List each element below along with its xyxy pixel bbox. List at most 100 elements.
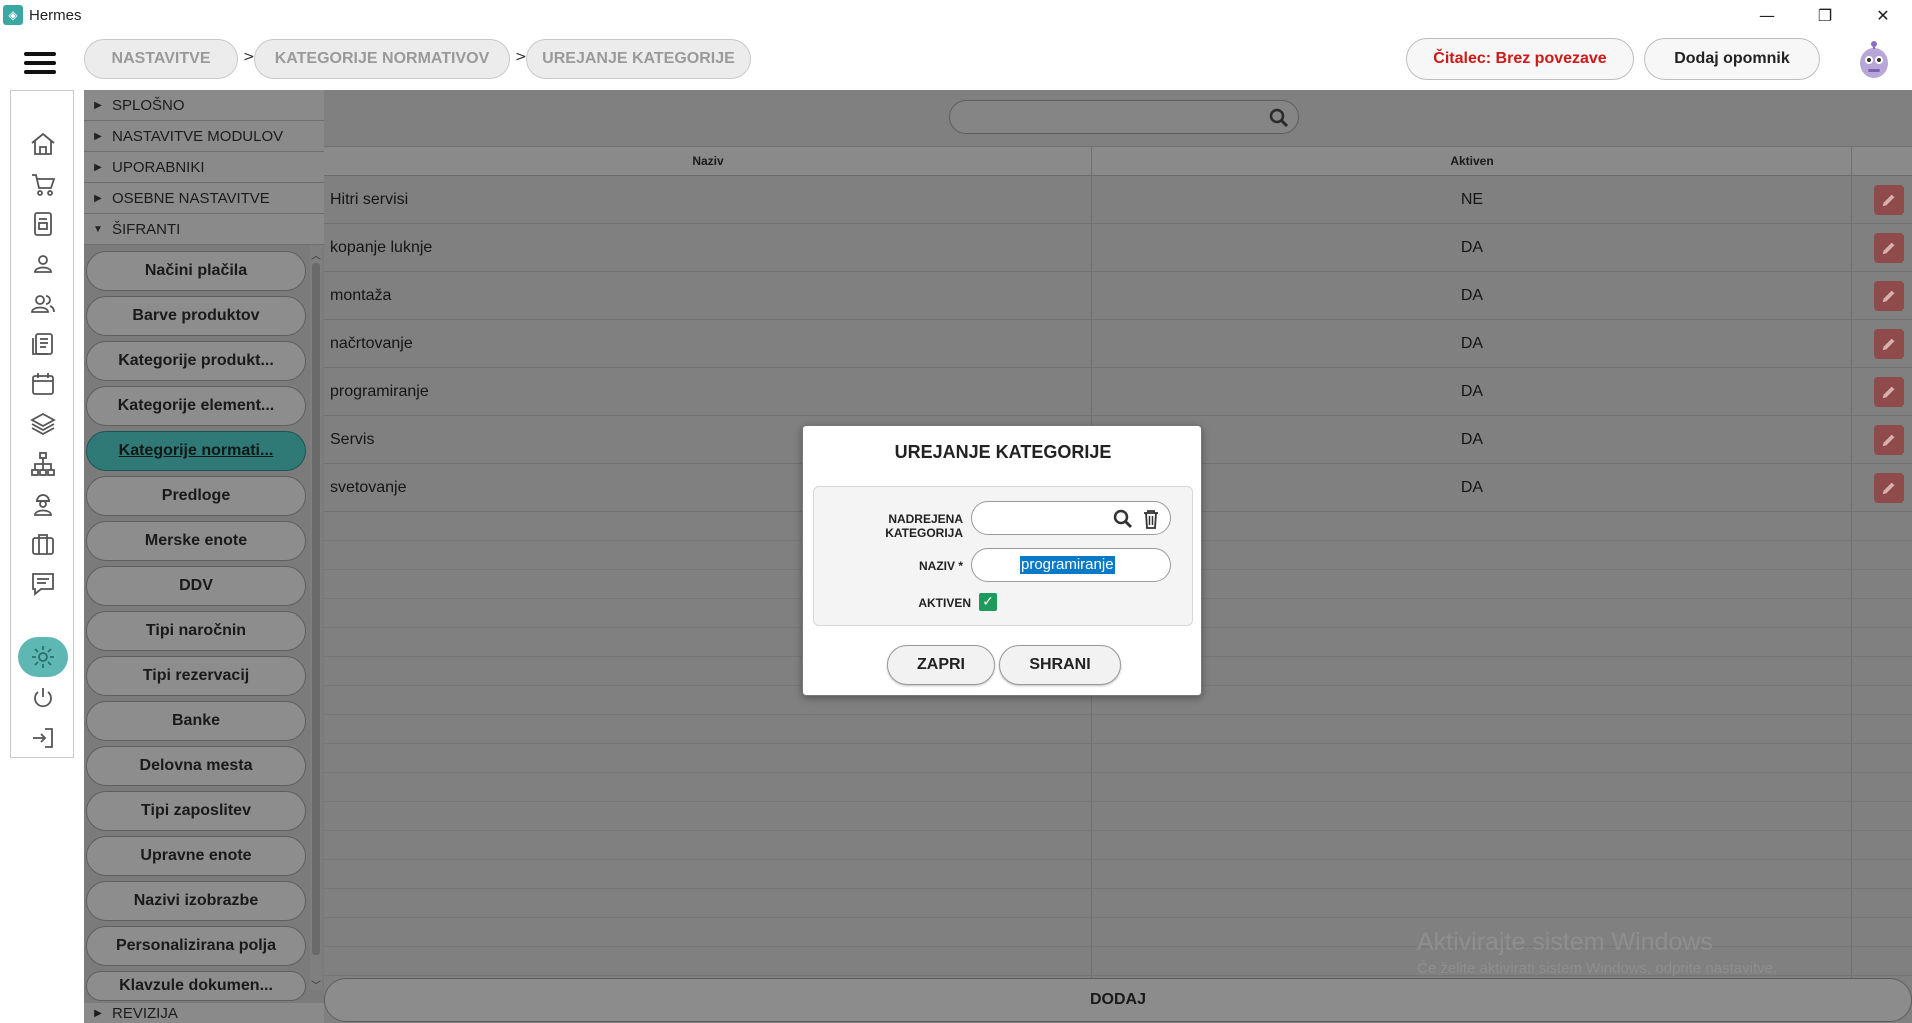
- table-row[interactable]: kopanje luknje DA: [324, 224, 1912, 272]
- breadcrumb-edit-category[interactable]: UREJANJE KATEGORIJE: [526, 39, 751, 79]
- settings-panel: ▶ SPLOŠNO ▶ NASTAVITVE MODULOV ▶ UPORABNIKI…: [84, 90, 324, 1023]
- parent-category-field[interactable]: [971, 501, 1171, 535]
- expand-triangle-icon: ▶: [94, 1007, 102, 1019]
- breadcrumb-normative-categories[interactable]: KATEGORIJE NORMATIVOV: [254, 39, 510, 79]
- sidebar-item-workplaces[interactable]: Delovna mesta: [86, 746, 306, 786]
- sidebar-item-admin-units[interactable]: Upravne enote: [86, 836, 306, 876]
- main-nav-bar: [10, 90, 74, 758]
- section-revision[interactable]: ▶ REVIZIJA: [84, 1003, 324, 1023]
- people-icon[interactable]: [28, 289, 58, 319]
- empty-row: [324, 802, 1912, 831]
- avatar[interactable]: [1853, 38, 1895, 80]
- reader-status-button[interactable]: Čitalec: Brez povezave: [1406, 38, 1634, 80]
- section-module-settings[interactable]: ▶ NASTAVITVE MODULOV: [84, 121, 324, 152]
- close-window-button[interactable]: ✕: [1854, 0, 1912, 30]
- edit-button[interactable]: [1874, 185, 1904, 215]
- search-input[interactable]: [949, 100, 1299, 134]
- document-icon[interactable]: [28, 209, 58, 239]
- table-row[interactable]: programiranje DA: [324, 368, 1912, 416]
- edit-button[interactable]: [1874, 329, 1904, 359]
- add-reminder-button[interactable]: Dodaj opomnik: [1644, 38, 1820, 80]
- expand-triangle-icon: ▶: [94, 130, 102, 142]
- parent-category-label: NADREJENA KATEGORIJA: [885, 512, 963, 540]
- edit-button[interactable]: [1874, 473, 1904, 503]
- dialog-title: UREJANJE KATEGORIJE: [894, 442, 1112, 462]
- pencil-icon: [1882, 434, 1895, 447]
- chat-icon[interactable]: [28, 569, 58, 599]
- app-logo-icon: ◈: [3, 5, 23, 25]
- scroll-up-icon[interactable]: ︿: [310, 247, 322, 262]
- empty-row: [324, 715, 1912, 744]
- save-button[interactable]: SHRANI: [999, 645, 1121, 685]
- minimize-button[interactable]: —: [1738, 0, 1796, 30]
- breadcrumb-settings[interactable]: NASTAVITVE: [84, 39, 238, 79]
- scrollbar-thumb[interactable]: [312, 263, 320, 955]
- edit-category-dialog: UREJANJE KATEGORIJE NADREJENA KATEGORIJA…: [802, 425, 1202, 696]
- sidebar-item-education-titles[interactable]: Nazivi izobrazbe: [86, 881, 306, 921]
- sidebar-item-reservation-types[interactable]: Tipi rezervacij: [86, 656, 306, 696]
- active-checkbox[interactable]: ✓: [979, 593, 997, 611]
- menu-icon[interactable]: [24, 52, 56, 74]
- section-label: SPLOŠNO: [112, 96, 185, 114]
- sidebar-item-units[interactable]: Merske enote: [86, 521, 306, 561]
- section-codebooks[interactable]: ▼ ŠIFRANTI: [84, 214, 324, 245]
- window-controls: — ❐ ✕: [1738, 0, 1912, 30]
- sidebar-item-normative-categories[interactable]: Kategorije normati...: [86, 431, 306, 471]
- restore-button[interactable]: ❐: [1796, 0, 1854, 30]
- search-icon[interactable]: [1268, 107, 1290, 129]
- settings-icon[interactable]: [18, 637, 68, 677]
- close-button[interactable]: ZAPRI: [887, 645, 995, 685]
- briefcase-icon[interactable]: [28, 529, 58, 559]
- edit-button[interactable]: [1874, 233, 1904, 263]
- news-icon[interactable]: [28, 329, 58, 359]
- section-general[interactable]: ▶ SPLOŠNO: [84, 90, 324, 121]
- sidebar-item-templates[interactable]: Predloge: [86, 476, 306, 516]
- sidebar-item-document-clauses[interactable]: Klavzule dokumen...: [86, 971, 306, 1001]
- network-icon[interactable]: [28, 449, 58, 479]
- sidebar-item-payment-methods[interactable]: Načini plačila: [86, 251, 306, 291]
- column-header-active[interactable]: Aktiven: [1092, 146, 1852, 176]
- windows-activation-hint: Če želite aktivirati sistem Windows, odp…: [1417, 960, 1778, 977]
- collapse-triangle-icon: ▼: [93, 223, 103, 235]
- calendar-icon[interactable]: [28, 369, 58, 399]
- edit-button[interactable]: [1874, 377, 1904, 407]
- sidebar-item-product-colors[interactable]: Barve produktov: [86, 296, 306, 336]
- section-label: REVIZIJA: [112, 1004, 178, 1022]
- sidebar-scrollbar[interactable]: ︿ ﹀: [310, 245, 322, 992]
- logout-icon[interactable]: [28, 723, 58, 753]
- edit-button[interactable]: [1874, 425, 1904, 455]
- add-button[interactable]: DODAJ: [324, 978, 1912, 1022]
- breadcrumb-separator: >: [243, 49, 255, 65]
- sidebar-item-banks[interactable]: Banke: [86, 701, 306, 741]
- person-icon[interactable]: [28, 249, 58, 279]
- sidebar-item-element-categories[interactable]: Kategorije element...: [86, 386, 306, 426]
- column-header-name[interactable]: Naziv: [324, 146, 1092, 176]
- scroll-down-icon[interactable]: ﹀: [310, 977, 322, 992]
- worker-icon[interactable]: [28, 489, 58, 519]
- sidebar-item-subscription-types[interactable]: Tipi naročnin: [86, 611, 306, 651]
- expand-triangle-icon: ▶: [94, 99, 102, 111]
- table-row[interactable]: načrtovanje DA: [324, 320, 1912, 368]
- table-row[interactable]: montaža DA: [324, 272, 1912, 320]
- sidebar-item-custom-fields[interactable]: Personalizirana polja: [86, 926, 306, 966]
- trash-icon[interactable]: [1140, 508, 1162, 530]
- name-field[interactable]: programiranje: [971, 548, 1171, 582]
- sidebar-item-employment-types[interactable]: Tipi zaposlitev: [86, 791, 306, 831]
- search-icon[interactable]: [1112, 508, 1134, 530]
- edit-button[interactable]: [1874, 281, 1904, 311]
- cell-active: DA: [1460, 239, 1484, 256]
- sidebar-item-product-categories[interactable]: Kategorije produkt...: [86, 341, 306, 381]
- empty-row: [324, 889, 1912, 918]
- power-icon[interactable]: [28, 683, 58, 713]
- section-users[interactable]: ▶ UPORABNIKI: [84, 152, 324, 183]
- name-field-value[interactable]: programiranje: [1020, 556, 1115, 574]
- cart-icon[interactable]: [28, 169, 58, 199]
- sidebar-item-vat[interactable]: DDV: [86, 566, 306, 606]
- section-personal-settings[interactable]: ▶ OSEBNE NASTAVITVE: [84, 183, 324, 214]
- cell-name: Hitri servisi: [330, 191, 409, 208]
- table-row[interactable]: Hitri servisi NE: [324, 176, 1912, 224]
- expand-triangle-icon: ▶: [94, 192, 102, 204]
- cell-active: DA: [1460, 383, 1484, 400]
- layers-icon[interactable]: [28, 409, 58, 439]
- home-icon[interactable]: [28, 129, 58, 159]
